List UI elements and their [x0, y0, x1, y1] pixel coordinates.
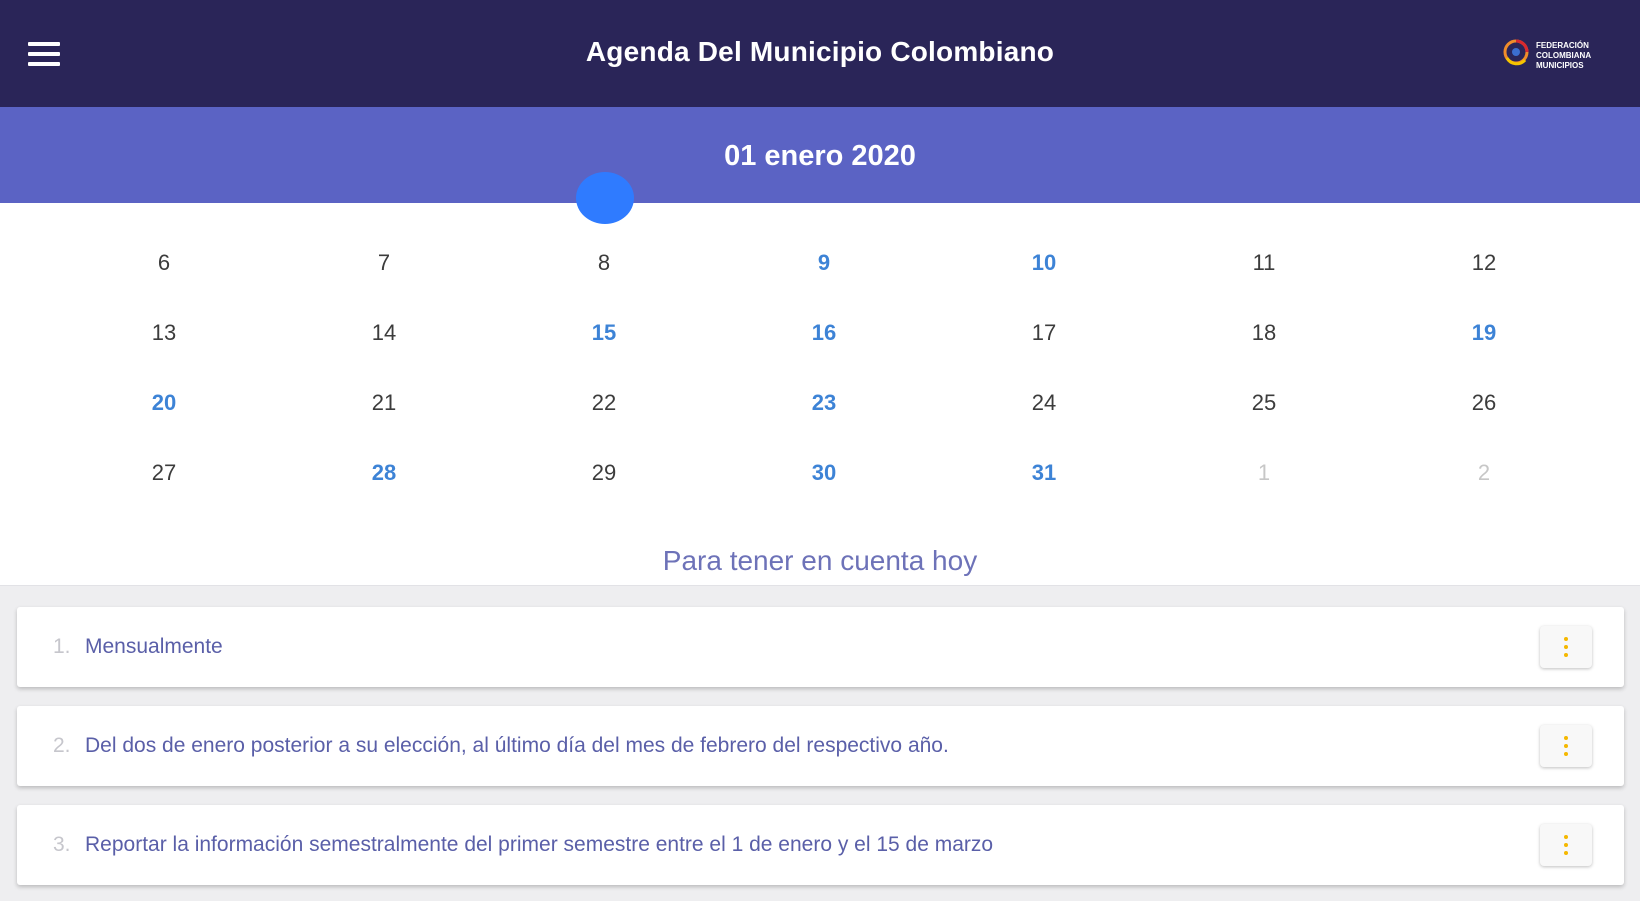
calendar-day[interactable]: 7 — [274, 250, 494, 276]
app-title: Agenda Del Municipio Colombiano — [585, 36, 1055, 67]
list-item[interactable]: 2. Del dos de enero posterior a su elecc… — [17, 706, 1624, 786]
item-text: Reportar la información semestralmente d… — [85, 833, 994, 856]
calendar-week-row: 20 21 22 23 24 25 26 — [54, 368, 1594, 438]
calendar-day[interactable]: 24 — [934, 390, 1154, 416]
more-vert-icon[interactable] — [1540, 824, 1592, 866]
logo-line-3: MUNICIPIOS — [1536, 61, 1584, 70]
calendar-day[interactable]: 22 — [494, 390, 714, 416]
calendar-day[interactable]: 28 — [274, 460, 494, 486]
calendar-day[interactable]: 20 — [54, 390, 274, 416]
item-text: Mensualmente — [85, 635, 223, 658]
federation-logo-icon: FEDERACIÓN COLOMBIANA MUNICIPIOS — [1503, 39, 1591, 70]
calendar-day[interactable]: 6 — [54, 250, 274, 276]
calendar-day[interactable]: 25 — [1154, 390, 1374, 416]
calendar-day[interactable]: 26 — [1374, 390, 1594, 416]
calendar-day[interactable]: 9 — [714, 250, 934, 276]
logo-line-1: FEDERACIÓN — [1536, 41, 1589, 50]
app-bar: Agenda Del Municipio Colombiano FEDERACI… — [0, 0, 1640, 107]
reminder-list: 1. Mensualmente 2. Del dos de enero post… — [0, 585, 1640, 901]
calendar-day[interactable]: 30 — [714, 460, 934, 486]
calendar-day[interactable]: 13 — [54, 320, 274, 346]
calendar-day[interactable]: 16 — [714, 320, 934, 346]
logo-line-2: COLOMBIANA — [1536, 51, 1591, 60]
selected-date[interactable]: 01 enero 2020 — [0, 140, 1640, 173]
item-number: 1. — [53, 635, 71, 658]
date-bar: 01 enero 2020 — [0, 107, 1640, 203]
calendar-week-row: 6 7 8 9 10 11 12 — [54, 228, 1594, 298]
calendar-day[interactable]: 19 — [1374, 320, 1594, 346]
calendar-week-row: 27 28 29 30 31 1 2 — [54, 438, 1594, 508]
calendar-day[interactable]: 11 — [1154, 250, 1374, 276]
item-text: Del dos de enero posterior a su elección… — [85, 734, 949, 757]
more-vert-icon[interactable] — [1540, 725, 1592, 767]
calendar-day[interactable]: 17 — [934, 320, 1154, 346]
calendar-day[interactable]: 15 — [494, 320, 714, 346]
calendar-day[interactable]: 31 — [934, 460, 1154, 486]
calendar-day[interactable]: 10 — [934, 250, 1154, 276]
calendar-day[interactable]: 1 — [1154, 460, 1374, 486]
calendar-day[interactable]: 8 — [494, 250, 714, 276]
calendar-day[interactable]: 21 — [274, 390, 494, 416]
list-item[interactable]: 1. Mensualmente — [17, 607, 1624, 687]
list-item[interactable]: 3. Reportar la información semestralment… — [17, 805, 1624, 885]
calendar-day[interactable]: 18 — [1154, 320, 1374, 346]
calendar-day[interactable]: 12 — [1374, 250, 1594, 276]
item-number: 2. — [53, 734, 71, 757]
item-number: 3. — [53, 833, 71, 856]
calendar-day[interactable]: 23 — [714, 390, 934, 416]
calendar-day[interactable]: 27 — [54, 460, 274, 486]
calendar-grid: 6 7 8 9 10 11 12 13 14 15 16 17 18 19 20 21 22 23 24 25 26 27… — [54, 228, 1594, 508]
calendar-week-row: 13 14 15 16 17 18 19 — [54, 298, 1594, 368]
calendar-day[interactable]: 29 — [494, 460, 714, 486]
more-vert-icon[interactable] — [1540, 626, 1592, 668]
selected-day-indicator[interactable] — [576, 172, 634, 224]
calendar-day[interactable]: 2 — [1374, 460, 1594, 486]
calendar-day[interactable]: 14 — [274, 320, 494, 346]
today-section-title: Para tener en cuenta hoy — [662, 545, 978, 576]
